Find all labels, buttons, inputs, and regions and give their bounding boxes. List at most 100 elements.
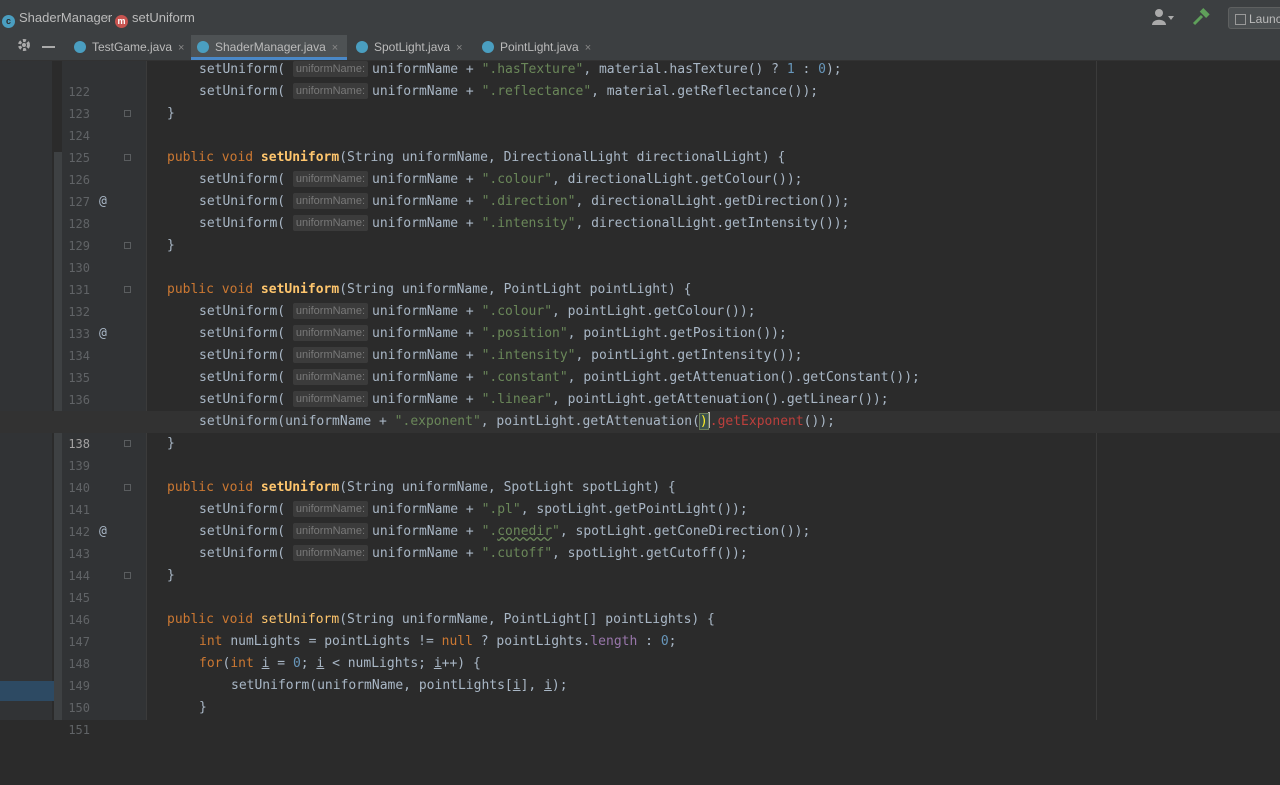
current-code-line[interactable]: 138 setUniform(uniformName + ".exponent"… xyxy=(0,411,1280,451)
parameter-hint: uniformName: xyxy=(292,325,368,341)
code-line[interactable]: 127 setUniform( uniformName: uniformName … xyxy=(0,169,1280,209)
code-line[interactable]: 150 setUniform(uniformName, pointLights[… xyxy=(0,675,1280,715)
java-class-icon xyxy=(197,41,209,53)
code-text[interactable]: setUniform( uniformName: uniformName + ".… xyxy=(199,301,756,323)
parameter-hint: uniformName: xyxy=(292,391,368,407)
breadcrumb-class[interactable]: c ShaderManager xyxy=(2,9,112,28)
fold-marker-icon[interactable] xyxy=(124,484,131,491)
code-line[interactable]: 137 setUniform( uniformName:uniformName … xyxy=(0,389,1280,429)
gear-icon[interactable] xyxy=(17,38,31,55)
code-line[interactable]: 145 } xyxy=(0,565,1280,605)
code-text[interactable]: } xyxy=(199,697,207,719)
parameter-hint: uniformName: xyxy=(292,303,368,319)
parameter-hint: uniformName: xyxy=(292,545,368,561)
code-line[interactable]: 143 setUniform( uniformName: uniformName … xyxy=(0,521,1280,561)
java-class-icon xyxy=(482,41,494,53)
method-icon: m xyxy=(115,15,128,28)
code-line[interactable]: 149 for(int i = 0; i < numLights; i++) { xyxy=(0,653,1280,693)
code-line[interactable]: 142 setUniform( uniformName: uniformName … xyxy=(0,499,1280,539)
code-text[interactable]: public void setUniform(String uniformNam… xyxy=(167,279,691,301)
tab-shadermanager[interactable]: ShaderManager.java × xyxy=(191,35,347,60)
code-text[interactable]: setUniform( uniformName: uniformName + ".… xyxy=(199,59,842,81)
java-class-icon xyxy=(74,41,86,53)
parameter-hint: uniformName: xyxy=(292,193,368,209)
breadcrumb-method[interactable]: m setUniform xyxy=(115,9,195,28)
code-text[interactable]: public void setUniform(String uniformNam… xyxy=(167,477,676,499)
code-text[interactable]: setUniform( uniformName: uniformName + ".… xyxy=(199,543,748,565)
code-line[interactable]: 136 setUniform( uniformName: uniformName … xyxy=(0,367,1280,407)
java-class-icon xyxy=(356,41,368,53)
code-text[interactable]: } xyxy=(167,103,175,125)
code-text[interactable]: setUniform( uniformName: uniformName + ".… xyxy=(199,323,787,345)
code-line[interactable]: 139 } xyxy=(0,433,1280,473)
parameter-hint: uniformName: xyxy=(292,171,368,187)
launch-config-label: Launc xyxy=(1249,12,1280,26)
code-line[interactable]: 132 @ public void setUniform(String unif… xyxy=(0,279,1280,341)
code-line[interactable]: 140 xyxy=(0,455,1280,495)
code-text[interactable]: setUniform( uniformName: uniformName + ".… xyxy=(199,389,889,411)
code-text[interactable]: setUniform( uniformName: uniformName + ".… xyxy=(199,367,920,389)
code-line[interactable]: 141 @ public void setUniform(String unif… xyxy=(0,477,1280,539)
code-line[interactable]: 148 int numLights = pointLights != null … xyxy=(0,631,1280,671)
hammer-icon[interactable] xyxy=(1192,8,1210,28)
code-line[interactable]: 125 xyxy=(0,125,1280,165)
fold-marker-icon[interactable] xyxy=(124,110,131,117)
code-text[interactable]: setUniform( uniformName: uniformName + ".… xyxy=(199,345,802,367)
code-line[interactable]: 151 } xyxy=(0,697,1280,737)
code-line[interactable]: 133 setUniform( uniformName: uniformName … xyxy=(0,301,1280,341)
user-icon[interactable] xyxy=(1152,8,1176,28)
fold-marker-icon[interactable] xyxy=(124,154,131,161)
line-number: 151 xyxy=(68,723,90,737)
code-text[interactable]: setUniform( uniformName: uniformName + ".… xyxy=(199,191,849,213)
launch-config-button[interactable]: Launc xyxy=(1228,7,1280,29)
tab-label: SpotLight.java xyxy=(374,40,451,54)
fold-marker-icon[interactable] xyxy=(124,286,131,293)
run-config-icon xyxy=(1235,14,1246,25)
code-text[interactable]: setUniform(uniformName + ".exponent", po… xyxy=(199,411,835,433)
parameter-hint: uniformName: xyxy=(292,61,368,77)
close-icon[interactable]: × xyxy=(178,42,184,54)
code-line[interactable]: 147 public void setUniform(String unifor… xyxy=(0,609,1280,649)
code-line[interactable]: 122 setUniform( uniformName: uniformName … xyxy=(0,59,1280,99)
close-icon[interactable]: × xyxy=(332,42,338,54)
code-line[interactable]: 135 setUniform( uniformName: uniformName … xyxy=(0,345,1280,385)
code-text[interactable]: setUniform( uniformName: uniformName + ".… xyxy=(199,499,748,521)
code-line[interactable]: 126 @ public void setUniform(String unif… xyxy=(0,147,1280,209)
fold-marker-icon[interactable] xyxy=(124,440,131,447)
code-text[interactable]: public void setUniform(String uniformNam… xyxy=(167,147,785,169)
code-line[interactable]: 134 setUniform( uniformName: uniformName … xyxy=(0,323,1280,363)
code-line[interactable]: 124 } xyxy=(0,103,1280,143)
code-text[interactable]: for(int i = 0; i < numLights; i++) { xyxy=(199,653,481,675)
code-line[interactable]: 144 setUniform( uniformName: uniformName … xyxy=(0,543,1280,583)
tab-spotlight[interactable]: SpotLight.java × xyxy=(350,35,474,60)
parameter-hint: uniformName: xyxy=(292,369,368,385)
code-line[interactable]: 130 } xyxy=(0,235,1280,275)
fold-marker-icon[interactable] xyxy=(124,572,131,579)
code-line[interactable]: 146 xyxy=(0,587,1280,627)
code-text[interactable]: } xyxy=(167,433,175,455)
code-editor[interactable]: 122 setUniform( uniformName: uniformName … xyxy=(0,59,1280,737)
tab-pointlight[interactable]: PointLight.java × xyxy=(476,35,606,60)
code-text[interactable]: setUniform( uniformName: uniformName + ".… xyxy=(199,213,849,235)
code-line[interactable]: 128 setUniform( uniformName: uniformName … xyxy=(0,191,1280,231)
parameter-hint: uniformName: xyxy=(292,83,368,99)
close-icon[interactable]: × xyxy=(456,42,462,54)
code-text[interactable]: } xyxy=(167,565,175,587)
fold-marker-icon[interactable] xyxy=(124,242,131,249)
code-text[interactable]: int numLights = pointLights != null ? po… xyxy=(199,631,676,653)
breadcrumb-separator-icon: › xyxy=(106,10,110,24)
parameter-hint: uniformName: xyxy=(292,501,368,517)
navigation-bar: c ShaderManager › m setUniform Launc xyxy=(0,0,1280,36)
code-text[interactable]: } xyxy=(167,235,175,257)
tab-testgame[interactable]: TestGame.java × xyxy=(68,35,190,60)
code-line[interactable]: 131 xyxy=(0,257,1280,297)
code-text[interactable]: setUniform( uniformName: uniformName + ".… xyxy=(199,521,810,543)
code-text[interactable]: setUniform( uniformName: uniformName + ".… xyxy=(199,169,802,191)
code-text[interactable]: setUniform( uniformName: uniformName + ".… xyxy=(199,81,818,103)
code-text[interactable]: setUniform(uniformName, pointLights[i], … xyxy=(231,675,568,697)
code-text[interactable]: public void setUniform(String uniformNam… xyxy=(167,609,715,631)
close-icon[interactable]: × xyxy=(585,42,591,54)
minus-icon[interactable] xyxy=(42,46,55,48)
code-line[interactable]: 123 setUniform( uniformName: uniformName … xyxy=(0,81,1280,121)
code-line[interactable]: 129 setUniform( uniformName: uniformName … xyxy=(0,213,1280,253)
